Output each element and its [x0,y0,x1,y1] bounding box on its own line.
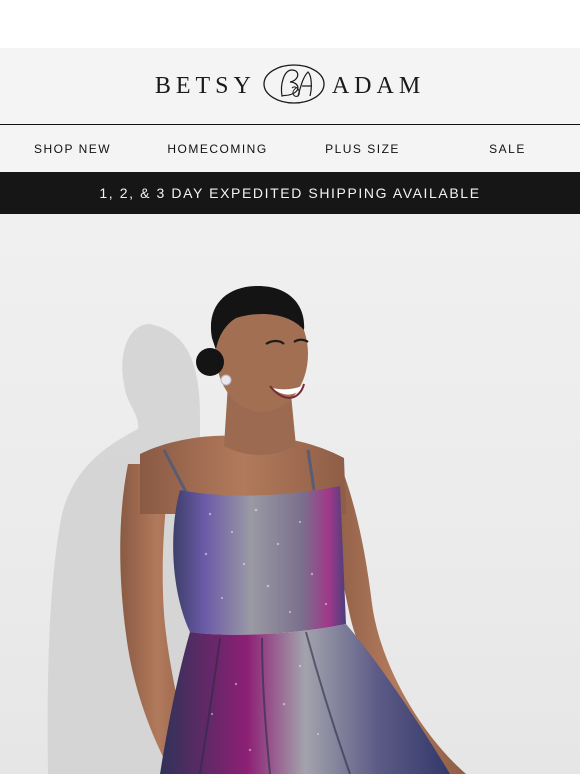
brand-logo-link[interactable]: BETSY ADAM [155,62,425,111]
shipping-banner[interactable]: 1, 2, & 3 DAY EXPEDITED SHIPPING AVAILAB… [0,172,580,214]
nav-item-homecoming[interactable]: HOMECOMING [145,142,290,156]
email-page: BETSY ADAM SHOP NEW HOMECOMING PLUS SIZE… [0,0,580,774]
nav-item-shop-new[interactable]: SHOP NEW [0,142,145,156]
monogram-icon [262,62,326,111]
nav-item-sale[interactable]: SALE [435,142,580,156]
brand-name-left: BETSY [154,72,256,99]
brand-name-right: ADAM [331,72,426,99]
hero-illustration [47,286,466,774]
hero-image[interactable] [0,214,580,774]
shipping-banner-text: 1, 2, & 3 DAY EXPEDITED SHIPPING AVAILAB… [99,185,481,201]
nav-item-plus-size[interactable]: PLUS SIZE [290,142,435,156]
top-spacer [0,0,580,48]
main-nav: SHOP NEW HOMECOMING PLUS SIZE SALE [0,125,580,172]
logo-header: BETSY ADAM [0,48,580,125]
